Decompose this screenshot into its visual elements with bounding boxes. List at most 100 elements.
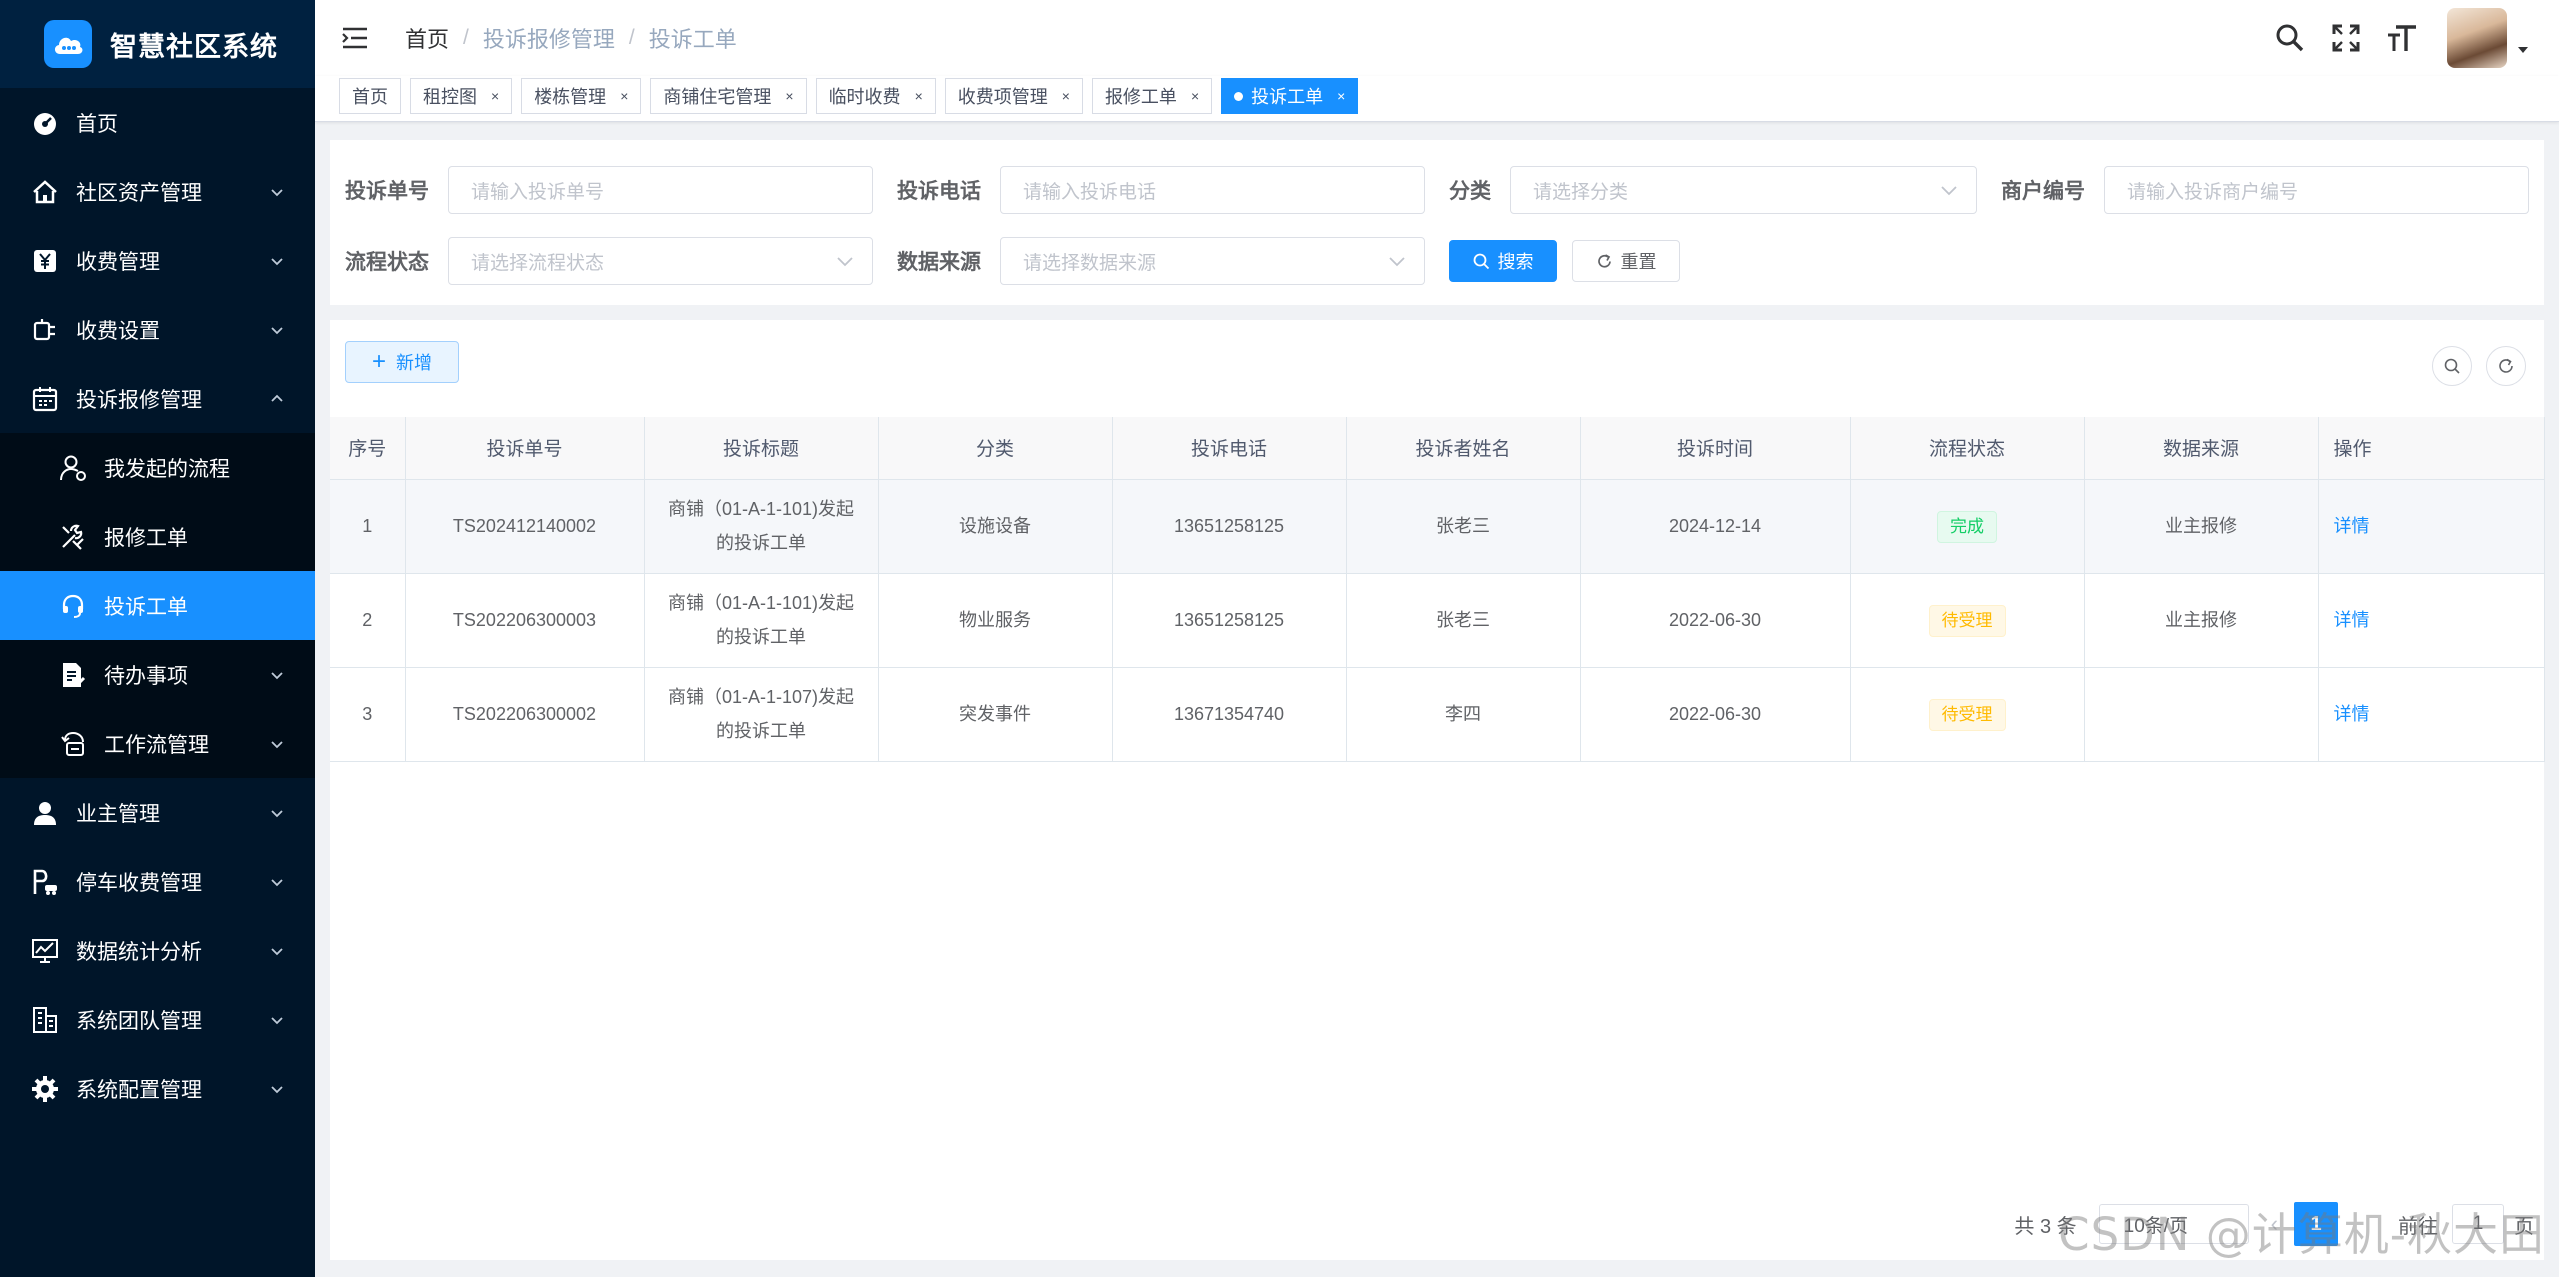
sidebar-item-my-processes[interactable]: 我发起的流程 (0, 433, 315, 502)
settings-plug-icon (30, 315, 60, 345)
tag-rent-control[interactable]: 租控图 × (410, 78, 513, 114)
cell-action: 详情 (2318, 667, 2545, 762)
sidebar-item-charges[interactable]: 收费管理 (0, 226, 315, 295)
cell-index: 2 (330, 573, 406, 668)
tag-charge-items[interactable]: 收费项管理 × (944, 78, 1083, 114)
close-icon[interactable]: × (1062, 88, 1070, 104)
close-icon[interactable]: × (1337, 88, 1345, 104)
active-dot-icon (1234, 91, 1244, 101)
tag-temp-charge[interactable]: 临时收费 × (815, 78, 936, 114)
prev-page-button[interactable]: ‹ (2271, 1211, 2278, 1237)
tag-home[interactable]: 首页 (339, 78, 401, 114)
tag-label: 报修工单 (1104, 87, 1177, 107)
category-select[interactable]: 请选择分类 (1510, 166, 1977, 214)
form-label: 商户编号 (2001, 180, 2085, 203)
sidebar-item-community-assets[interactable]: 社区资产管理 (0, 157, 315, 226)
form-label: 分类 (1449, 180, 1491, 203)
breadcrumb-separator: / (628, 26, 635, 49)
page-size-select[interactable]: 10条/页 (2098, 1204, 2249, 1244)
sidebar-item-todo[interactable]: 待办事项 (0, 640, 315, 709)
cell-action: 详情 (2318, 479, 2545, 574)
tags-view: 首页 租控图 × 楼栋管理 × 商铺住宅管理 × 临时收费 × 收费项管理 × 报修工单 ×… (315, 76, 2559, 122)
page-jump-input[interactable]: 1 (2452, 1204, 2504, 1244)
select-placeholder: 请选择分类 (1533, 181, 1629, 203)
tag-label: 投诉工单 (1251, 87, 1324, 107)
search-icon (1473, 253, 1489, 269)
chevron-down-icon (271, 947, 283, 955)
toggle-search-button[interactable] (2432, 346, 2472, 386)
cell-action: 详情 (2318, 573, 2545, 668)
detail-link[interactable]: 详情 (2334, 610, 2370, 630)
avatar[interactable] (2447, 8, 2507, 68)
sidebar-item-label: 社区资产管理 (76, 181, 202, 205)
caret-down-icon[interactable] (2517, 46, 2529, 54)
flow-status-select[interactable]: 请选择流程状态 (448, 237, 873, 285)
table-row[interactable]: 3 TS202206300002 商铺（01-A-1-107)发起的投诉工单 突… (330, 667, 2545, 762)
breadcrumb-home[interactable]: 首页 (405, 22, 449, 54)
sidebar-item-team[interactable]: 系统团队管理 (0, 985, 315, 1054)
tag-complaint-orders[interactable]: 投诉工单 × (1221, 78, 1359, 114)
status-badge: 完成 (1937, 511, 1997, 543)
fullscreen-icon[interactable] (2329, 21, 2363, 55)
user-icon (30, 798, 60, 828)
sidebar-item-home[interactable]: 首页 (0, 88, 315, 157)
page-number-current[interactable]: 1 (2294, 1202, 2338, 1246)
chevron-down-icon (271, 326, 283, 334)
sidebar-item-statistics[interactable]: 数据统计分析 (0, 916, 315, 985)
hamburger-icon[interactable] (339, 22, 371, 54)
cell-time: 2024-12-14 (1580, 479, 1851, 574)
reset-button[interactable]: 重置 (1572, 240, 1680, 282)
merchant-no-input[interactable]: 请输入投诉商户编号 (2104, 166, 2529, 214)
refresh-button[interactable] (2486, 346, 2526, 386)
detail-link[interactable]: 详情 (2334, 704, 2370, 724)
tag-label: 临时收费 (828, 87, 901, 107)
detail-link[interactable]: 详情 (2334, 516, 2370, 536)
close-icon[interactable]: × (915, 88, 923, 104)
sidebar-item-charge-settings[interactable]: 收费设置 (0, 295, 315, 364)
form-item-merchant-no: 商户编号 请输入投诉商户编号 (2001, 166, 2529, 214)
tag-building[interactable]: 楼栋管理 × (521, 78, 642, 114)
header-actions (2251, 0, 2529, 76)
table-row[interactable]: 1 TS202412140002 商铺（01-A-1-101)发起的投诉工单 设… (330, 479, 2545, 574)
plus-icon: + (371, 348, 386, 375)
sidebar-item-parking[interactable]: 停车收费管理 (0, 847, 315, 916)
status-badge: 待受理 (1928, 699, 2006, 731)
sidebar-item-label: 停车收费管理 (76, 871, 202, 895)
refresh-icon (1597, 253, 1611, 268)
sidebar-item-system-config[interactable]: 系统配置管理 (0, 1054, 315, 1123)
sidebar-item-complaint-repair[interactable]: 投诉报修管理 (0, 364, 315, 433)
close-icon[interactable]: × (1191, 88, 1199, 104)
search-icon[interactable] (2273, 21, 2307, 55)
tag-shop-residence[interactable]: 商铺住宅管理 × (650, 78, 807, 114)
cell-complaint-no: TS202206300002 (405, 667, 645, 762)
sidebar-item-workflow[interactable]: 工作流管理 (0, 709, 315, 778)
font-size-icon[interactable] (2385, 21, 2419, 55)
select-placeholder: 请选择数据来源 (1023, 252, 1157, 274)
search-icon (2444, 358, 2460, 374)
complaint-no-input[interactable]: 请输入投诉单号 (448, 166, 873, 214)
column-header: 序号 (330, 417, 406, 480)
complaint-phone-input[interactable]: 请输入投诉电话 (1000, 166, 1425, 214)
form-label: 流程状态 (345, 251, 429, 274)
add-button[interactable]: + 新增 (345, 341, 459, 383)
column-header: 操作 (2318, 417, 2545, 480)
table-row[interactable]: 2 TS202206300003 商铺（01-A-1-101)发起的投诉工单 物… (330, 573, 2545, 668)
sidebar-item-complaint-orders[interactable]: 投诉工单 (0, 571, 315, 640)
data-source-select[interactable]: 请选择数据来源 (1000, 237, 1425, 285)
top-navbar: 首页 / 投诉报修管理 / 投诉工单 (315, 0, 2559, 76)
breadcrumb: 首页 / 投诉报修管理 / 投诉工单 (405, 22, 737, 54)
close-icon[interactable]: × (620, 88, 628, 104)
tag-label: 首页 (352, 87, 388, 107)
sidebar-item-owners[interactable]: 业主管理 (0, 778, 315, 847)
cell-name: 张老三 (1346, 573, 1581, 668)
cell-title: 商铺（01-A-1-101)发起的投诉工单 (644, 479, 879, 574)
close-icon[interactable]: × (491, 88, 499, 104)
sidebar-item-label: 投诉报修管理 (76, 388, 202, 412)
search-button[interactable]: 搜索 (1449, 240, 1557, 282)
tools-icon (58, 522, 88, 552)
close-icon[interactable]: × (785, 88, 793, 104)
sidebar-item-repair-orders[interactable]: 报修工单 (0, 502, 315, 571)
document-edit-icon (58, 660, 88, 690)
tag-repair-orders[interactable]: 报修工单 × (1091, 78, 1213, 114)
form-label: 投诉单号 (345, 180, 429, 203)
